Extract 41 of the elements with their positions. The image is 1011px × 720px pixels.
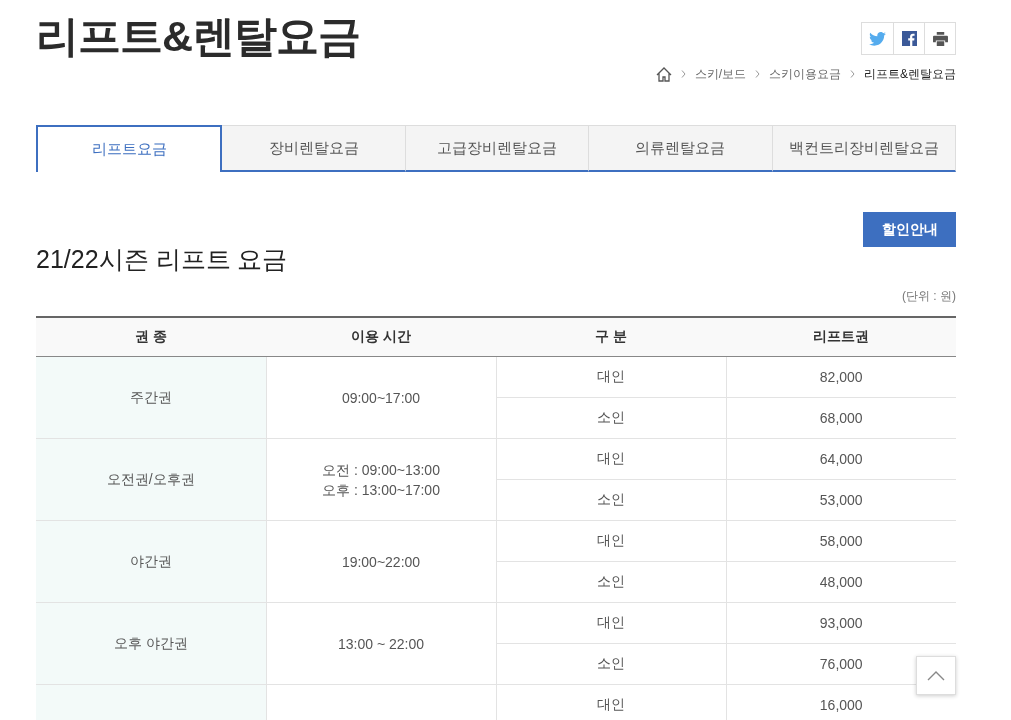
column-header: 리프트권 [726, 317, 956, 357]
category-cell: 소인 [496, 643, 726, 685]
hours-text: 13:00 ~ 22:00 [337, 634, 425, 654]
pass-cell: 오전권/오후권 [36, 438, 266, 521]
column-header: 구 분 [496, 317, 726, 357]
hours-text: 19:00~22:00 [340, 552, 422, 572]
printer-icon [932, 31, 948, 46]
chevron-icon [755, 70, 760, 78]
hours-text: 오전 : 09:00~13:00 [321, 460, 441, 480]
pass-cell: 오후 야간권 [36, 602, 266, 685]
chevron-icon [850, 70, 855, 78]
section-title: 21/22시즌 리프트 요금 [36, 244, 288, 275]
pass-cell: 주간권 [36, 356, 266, 439]
home-icon[interactable] [655, 66, 672, 82]
breadcrumb-link[interactable]: 리프트&렌탈요금 [864, 66, 956, 82]
breadcrumb-link[interactable]: 스키/보드 [694, 66, 746, 82]
category-cell: 대인 [496, 602, 726, 644]
tab[interactable]: 장비렌탈요금 [222, 125, 406, 172]
tab[interactable]: 고급장비렌탈요금 [405, 125, 590, 172]
column-header: 이용 시간 [266, 317, 496, 357]
category-cell: 대인 [496, 520, 726, 562]
column-header: 권 종 [36, 317, 266, 357]
category-cell: 대인 [496, 438, 726, 480]
category-cell: 소인 [496, 479, 726, 521]
hours-text: 오후 : 13:00~17:00 [321, 480, 441, 500]
breadcrumb-link[interactable]: 스키이용요금 [769, 66, 841, 82]
category-cell: 대인 [496, 356, 726, 398]
category-cell: 소인 [496, 397, 726, 439]
pass-cell: 야간권 [36, 520, 266, 603]
chevron-up-icon [927, 670, 945, 681]
unit-note: (단위 : 원) [901, 288, 956, 304]
category-cell: 소인 [496, 561, 726, 603]
tab[interactable]: 의류렌탈요금 [589, 125, 773, 172]
letter-f-icon [901, 31, 917, 46]
tab[interactable]: 백컨트리장비렌탈요금 [772, 125, 957, 172]
bird-icon [869, 31, 886, 46]
chevron-icon [680, 70, 686, 78]
tab[interactable]: 리프트요금 [36, 125, 223, 172]
discount-info-button[interactable]: 할인안내 [863, 212, 956, 247]
page-title: 리프트&렌탈요금 [36, 11, 361, 62]
hours-text: 09:00~17:00 [340, 388, 422, 408]
